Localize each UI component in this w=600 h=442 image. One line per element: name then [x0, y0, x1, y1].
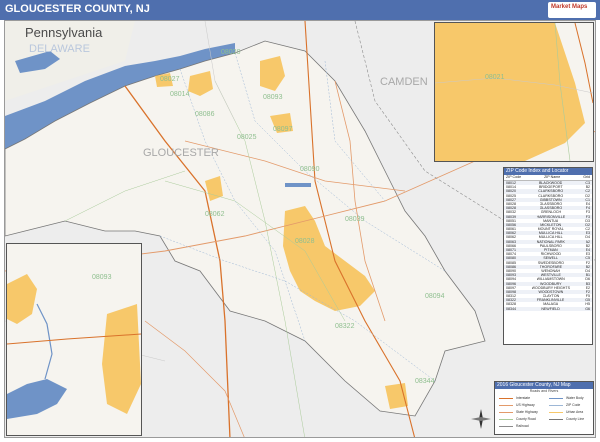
map-key-swatch [499, 398, 513, 400]
map-key-subtitle: Roads and Rivers [529, 389, 559, 393]
zip-label: 08014 [170, 91, 190, 98]
inset-zip-label: 08093 [92, 274, 112, 281]
map-key-label: Interstate [516, 396, 531, 400]
zip-label: 08028 [295, 238, 315, 245]
map-key-label: ZIP Code [566, 403, 581, 407]
page-title: GLOUCESTER COUNTY, NJ [5, 3, 150, 15]
inset-map-north-svg: 08021 [435, 23, 593, 161]
map-key-panel: 2016 Gloucester County, NJ Map Roads and… [494, 381, 594, 435]
camden-county-label: CAMDEN [380, 76, 428, 88]
zip-locator-rows: 08012 BLACKWOOD C3 08014 BRIDGEPORT B2 08020 CL… [504, 181, 592, 311]
zip-code-cell: 08344 [506, 306, 516, 311]
zip-locator-panel: ZIP Code Index and Locator ZIP Code ZIP … [503, 167, 593, 345]
inset-map-west[interactable]: 08093 [6, 243, 142, 436]
column-header: ZIP Name [544, 175, 561, 179]
lake-icon [285, 183, 311, 187]
inset-map-north[interactable]: 08021 [434, 22, 594, 162]
zip-locator-title: ZIP Code Index and Locator [504, 168, 592, 175]
delaware-county-label: DELAWARE [29, 43, 90, 55]
inset-zip-label: 08021 [485, 74, 505, 81]
zip-label: 08039 [345, 216, 365, 223]
zip-label: 08025 [237, 134, 257, 141]
zip-label: 08020 [221, 49, 241, 56]
zip-label: 08094 [425, 293, 445, 300]
column-header: ZIP Code [506, 175, 522, 179]
map-key-label: Water Body [566, 396, 584, 400]
zip-label: 08093 [263, 94, 283, 101]
inset-map-west-svg: 08093 [7, 244, 141, 435]
map-key-swatch [549, 412, 563, 414]
map-key-swatch [549, 405, 563, 407]
zip-label: 08062 [205, 211, 225, 218]
map-key-label: State Highway [516, 410, 538, 414]
map-page: GLOUCESTER COUNTY, NJ Market Maps Pennsy… [0, 0, 600, 442]
zip-label: 08086 [195, 111, 215, 118]
map-key-label: US Highway [516, 403, 535, 407]
map-key-label: Railroad [516, 424, 529, 428]
column-header: Grid [583, 175, 590, 179]
zip-label: 08090 [300, 166, 320, 173]
map-key-label: Urban Area [566, 410, 584, 414]
map-key-title: 2016 Gloucester County, NJ Map [495, 382, 593, 389]
zip-label: 08027 [160, 76, 180, 83]
map-key-swatch [499, 426, 513, 428]
map-key-swatch [499, 412, 513, 414]
zip-name-cell: NEWFIELD [541, 306, 560, 311]
map-key-label: County Road [516, 417, 536, 421]
map-key-label: County Line [566, 417, 585, 421]
map-key-swatch [499, 419, 513, 421]
gloucester-county-label: GLOUCESTER [143, 147, 219, 159]
zip-label: 08322 [335, 323, 355, 330]
publisher-logo-text: Market Maps [551, 4, 588, 10]
map-key-swatch [499, 405, 513, 407]
zip-label: 08344 [415, 378, 435, 385]
zip-locator-row: 08344 NEWFIELD G6 [504, 306, 592, 311]
pennsylvania-label: Pennsylvania [25, 25, 103, 40]
zip-label: 08097 [273, 126, 293, 133]
map-key-swatch [549, 398, 563, 400]
grid-cell: G6 [585, 306, 590, 311]
title-bar: GLOUCESTER COUNTY, NJ [0, 0, 600, 20]
map-key-swatch [549, 419, 563, 421]
